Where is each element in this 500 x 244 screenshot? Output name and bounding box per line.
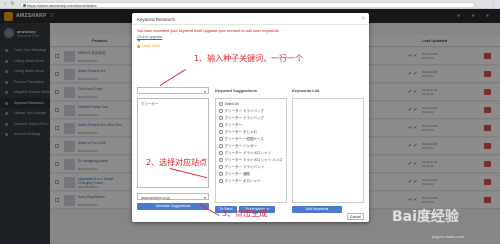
modal-title: Keyword Research [137, 16, 176, 22]
refresh-icon[interactable]: ↻ [10, 2, 15, 7]
keywords-list-heading: Keywords List [292, 88, 320, 93]
radio-icon [219, 102, 223, 106]
watermark: Bai度经验 jingyan.baidu.com [392, 206, 496, 242]
learn-more-link[interactable]: Learn More [142, 44, 160, 48]
limit-warning: You have exceeded your keyword limit! Up… [137, 29, 280, 33]
suggestion-item[interactable]: グリーター ドライバッグ [219, 109, 264, 115]
radio-icon [219, 151, 223, 155]
keyword-suggestions-list: Select All グリーター ドライバッグ グリーター ドライバッグ グリー… [215, 98, 287, 203]
suggestion-label: グリーター ドライバッグ [224, 109, 264, 113]
annotation-step-2: 2、选择对应站点 [146, 158, 208, 167]
chevron-down-icon: ▾ [203, 195, 206, 200]
suggestion-label: グリーター ドライバッグ [224, 116, 264, 120]
annotation-step-1: 1、输入种子关键词，一行一个 [194, 54, 304, 63]
suggestion-label: グリーター おしゃれ [224, 130, 257, 134]
suggestion-label: グリーター [224, 123, 243, 127]
radio-icon [219, 165, 223, 169]
lock-icon [23, 3, 26, 7]
suggestion-item[interactable]: グリーター おしゃれ [219, 130, 257, 136]
info-icon [137, 44, 140, 48]
site-select-value: www.amazon.co.jp [141, 195, 171, 200]
suggestions-heading: Keyword Suggestions [215, 88, 258, 93]
radio-icon [219, 144, 223, 148]
suggestion-label: Select All [224, 102, 239, 106]
browser-menu-icon[interactable]: ⋮ [491, 1, 496, 7]
url-text: https://www.amzsharp.com/home/index [27, 2, 97, 8]
close-icon[interactable]: × [361, 16, 365, 22]
suggestion-item[interactable]: グリーター ドライパンツ [219, 165, 264, 171]
back-icon[interactable]: ‹ [3, 2, 8, 7]
suggestion-item[interactable]: グリーター ハンガー [219, 144, 257, 150]
suggestion-item[interactable]: グリーター [219, 123, 242, 129]
radio-icon [219, 109, 223, 113]
modal-header: Keyword Research × [132, 13, 369, 25]
radio-icon [219, 130, 223, 134]
suggestion-label: グリーター 一週間ケース [224, 137, 264, 141]
annotation-step-3: 3、点击生成 [222, 209, 268, 218]
chevron-down-icon: ▾ [203, 89, 206, 94]
radio-icon [219, 123, 223, 127]
watermark-logo: Bai度经验 [392, 209, 459, 225]
radio-icon [219, 116, 223, 120]
keywords-list[interactable] [292, 98, 364, 203]
generate-suggestions-button[interactable]: Generate Suggestions [137, 203, 209, 210]
suggestion-item[interactable]: グリーター 一週間ケース [219, 137, 264, 143]
radio-icon [219, 158, 223, 162]
suggestion-item[interactable]: グリーター ドライバッグ [219, 116, 264, 122]
browser-toolbar: ‹ ↻ https://www.amzsharp.com/home/index … [0, 0, 500, 9]
upgrade-link[interactable]: Click to upgrade [137, 35, 162, 39]
cancel-button[interactable]: Cancel [347, 213, 364, 220]
radio-icon [219, 137, 223, 141]
suggestion-label: グリーター ハンガー [224, 144, 257, 148]
suggestion-item[interactable]: グリーター 通販 [219, 172, 250, 178]
keyword-research-modal: Keyword Research × You have exceeded you… [132, 13, 369, 222]
radio-icon [219, 172, 223, 176]
suggestion-label: グリーター ドライポロシャツ [224, 151, 271, 155]
arrow-right-icon: ➜ [137, 37, 141, 43]
watermark-url: jingyan.baidu.com [432, 234, 465, 239]
address-bar[interactable]: https://www.amzsharp.com/home/index [20, 1, 475, 8]
seed-keyword-value: グリーター [141, 102, 159, 106]
suggestion-label: グリーター ドライポロシャツ メンズ [224, 158, 283, 162]
site-select[interactable]: www.amazon.co.jp ▾ [137, 193, 209, 200]
suggestion-label: グリーター ドライパンツ [224, 165, 265, 169]
keyword-source-select[interactable]: ▾ [137, 87, 209, 94]
suggestion-label: グリーター 通販 [224, 172, 250, 176]
suggestion-item[interactable]: グリーター ポロシャツ [219, 179, 260, 185]
suggestion-label: グリーター ポロシャツ [224, 179, 261, 183]
radio-icon [219, 179, 223, 183]
suggestion-item[interactable]: グリーター ドライポロシャツ [219, 151, 271, 157]
select-all-option[interactable]: Select All [219, 102, 239, 108]
suggestion-item[interactable]: グリーター ドライポロシャツ メンズ [219, 158, 282, 164]
add-keywords-button[interactable]: Add Keywords [292, 206, 342, 213]
